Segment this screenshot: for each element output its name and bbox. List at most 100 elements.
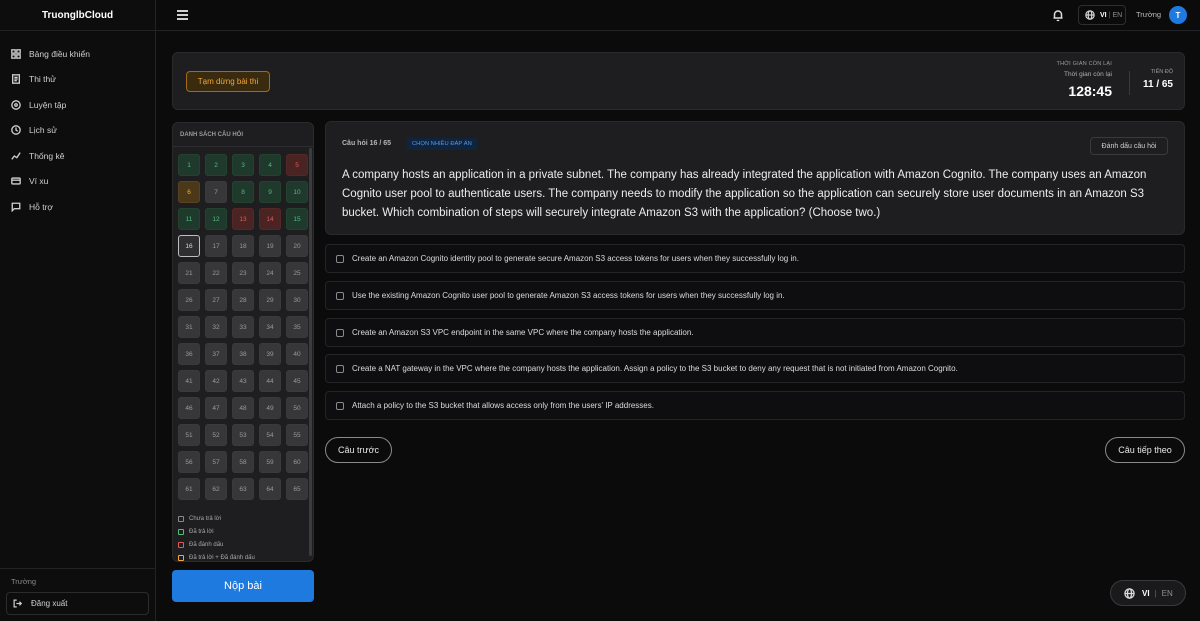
question-cell-60[interactable]: 60 [286, 451, 308, 473]
question-cell-57[interactable]: 57 [205, 451, 227, 473]
question-cell-19[interactable]: 19 [259, 235, 281, 257]
question-cell-51[interactable]: 51 [178, 424, 200, 446]
question-cell-63[interactable]: 63 [232, 478, 254, 500]
question-cell-40[interactable]: 40 [286, 343, 308, 365]
lang-en-option[interactable]: EN [1162, 589, 1173, 598]
floating-language-switcher[interactable]: VI | EN [1110, 580, 1186, 606]
option-checkbox[interactable] [336, 364, 344, 373]
sidebar-item-statistics[interactable]: Thống kê [0, 143, 155, 169]
question-cell-26[interactable]: 26 [178, 289, 200, 311]
question-cell-15[interactable]: 15 [286, 208, 308, 230]
sidebar-item-history[interactable]: Lịch sử [0, 118, 155, 144]
question-cell-31[interactable]: 31 [178, 316, 200, 338]
sidebar-item-dashboard[interactable]: Bảng điều khiển [0, 41, 155, 67]
sidebar-item-wallet[interactable]: Ví xu [0, 169, 155, 195]
question-cell-48[interactable]: 48 [232, 397, 254, 419]
question-cell-2[interactable]: 2 [205, 154, 227, 176]
question-cell-39[interactable]: 39 [259, 343, 281, 365]
question-cell-25[interactable]: 25 [286, 262, 308, 284]
answer-option-e[interactable]: Attach a policy to the S3 bucket that al… [325, 391, 1185, 420]
question-cell-61[interactable]: 61 [178, 478, 200, 500]
menu-toggle-button[interactable] [176, 9, 189, 21]
question-list-scrollbar[interactable] [309, 148, 312, 556]
sidebar-item-support[interactable]: Hỗ trợ [0, 194, 155, 220]
question-cell-24[interactable]: 24 [259, 262, 281, 284]
sidebar-item-practice[interactable]: Luyện tập [0, 92, 155, 118]
question-cell-45[interactable]: 45 [286, 370, 308, 392]
question-cell-12[interactable]: 12 [205, 208, 227, 230]
question-cell-6[interactable]: 6 [178, 181, 200, 203]
pause-exam-button[interactable]: Tạm dừng bài thi [186, 71, 270, 92]
question-cell-62[interactable]: 62 [205, 478, 227, 500]
option-checkbox[interactable] [336, 291, 344, 300]
answer-option-c[interactable]: Create an Amazon S3 VPC endpoint in the … [325, 318, 1185, 347]
question-cell-8[interactable]: 8 [232, 181, 254, 203]
question-cell-52[interactable]: 52 [205, 424, 227, 446]
question-cell-4[interactable]: 4 [259, 154, 281, 176]
header-user-name[interactable]: Trường [1136, 10, 1161, 19]
question-cell-21[interactable]: 21 [178, 262, 200, 284]
question-cell-23[interactable]: 23 [232, 262, 254, 284]
submit-exam-button[interactable]: Nộp bài [172, 570, 314, 602]
question-cell-17[interactable]: 17 [205, 235, 227, 257]
question-cell-11[interactable]: 11 [178, 208, 200, 230]
question-cell-65[interactable]: 65 [286, 478, 308, 500]
answer-option-a[interactable]: Create an Amazon Cognito identity pool t… [325, 244, 1185, 273]
question-cell-3[interactable]: 3 [232, 154, 254, 176]
question-cell-1[interactable]: 1 [178, 154, 200, 176]
question-cell-64[interactable]: 64 [259, 478, 281, 500]
question-cell-16[interactable]: 16 [178, 235, 200, 257]
lang-vi-option[interactable]: VI [1100, 12, 1107, 19]
option-checkbox[interactable] [336, 401, 344, 410]
question-cell-36[interactable]: 36 [178, 343, 200, 365]
question-cell-14[interactable]: 14 [259, 208, 281, 230]
language-switcher[interactable]: VI | EN [1078, 5, 1126, 25]
question-cell-38[interactable]: 38 [232, 343, 254, 365]
question-cell-44[interactable]: 44 [259, 370, 281, 392]
question-cell-32[interactable]: 32 [205, 316, 227, 338]
question-cell-30[interactable]: 30 [286, 289, 308, 311]
question-cell-53[interactable]: 53 [232, 424, 254, 446]
question-cell-20[interactable]: 20 [286, 235, 308, 257]
question-cell-49[interactable]: 49 [259, 397, 281, 419]
sidebar-item-mock-exam[interactable]: Thi thử [0, 67, 155, 93]
question-cell-50[interactable]: 50 [286, 397, 308, 419]
question-cell-46[interactable]: 46 [178, 397, 200, 419]
question-cell-58[interactable]: 58 [232, 451, 254, 473]
notifications-button[interactable] [1051, 8, 1065, 22]
previous-question-button[interactable]: Câu trước [325, 437, 392, 463]
question-cell-47[interactable]: 47 [205, 397, 227, 419]
answer-option-d[interactable]: Create a NAT gateway in the VPC where th… [325, 354, 1185, 383]
option-checkbox[interactable] [336, 328, 344, 337]
option-checkbox[interactable] [336, 254, 344, 263]
question-cell-10[interactable]: 10 [286, 181, 308, 203]
question-cell-22[interactable]: 22 [205, 262, 227, 284]
question-cell-35[interactable]: 35 [286, 316, 308, 338]
question-cell-7[interactable]: 7 [205, 181, 227, 203]
question-cell-33[interactable]: 33 [232, 316, 254, 338]
question-cell-28[interactable]: 28 [232, 289, 254, 311]
brand-logo[interactable]: TruonglbCloud [0, 0, 155, 31]
question-cell-54[interactable]: 54 [259, 424, 281, 446]
question-cell-41[interactable]: 41 [178, 370, 200, 392]
logout-button[interactable]: Đăng xuất [6, 592, 149, 615]
question-cell-9[interactable]: 9 [259, 181, 281, 203]
question-cell-34[interactable]: 34 [259, 316, 281, 338]
mark-question-button[interactable]: Đánh dấu câu hỏi [1090, 137, 1168, 155]
question-cell-13[interactable]: 13 [232, 208, 254, 230]
avatar[interactable]: T [1169, 6, 1187, 24]
next-question-button[interactable]: Câu tiếp theo [1105, 437, 1185, 463]
question-cell-55[interactable]: 55 [286, 424, 308, 446]
question-cell-37[interactable]: 37 [205, 343, 227, 365]
question-cell-59[interactable]: 59 [259, 451, 281, 473]
question-cell-18[interactable]: 18 [232, 235, 254, 257]
answer-option-b[interactable]: Use the existing Amazon Cognito user poo… [325, 281, 1185, 310]
question-cell-5[interactable]: 5 [286, 154, 308, 176]
question-cell-42[interactable]: 42 [205, 370, 227, 392]
question-cell-29[interactable]: 29 [259, 289, 281, 311]
lang-vi-option[interactable]: VI [1142, 589, 1150, 598]
question-cell-27[interactable]: 27 [205, 289, 227, 311]
lang-en-option[interactable]: EN [1112, 12, 1122, 19]
question-cell-43[interactable]: 43 [232, 370, 254, 392]
question-cell-56[interactable]: 56 [178, 451, 200, 473]
